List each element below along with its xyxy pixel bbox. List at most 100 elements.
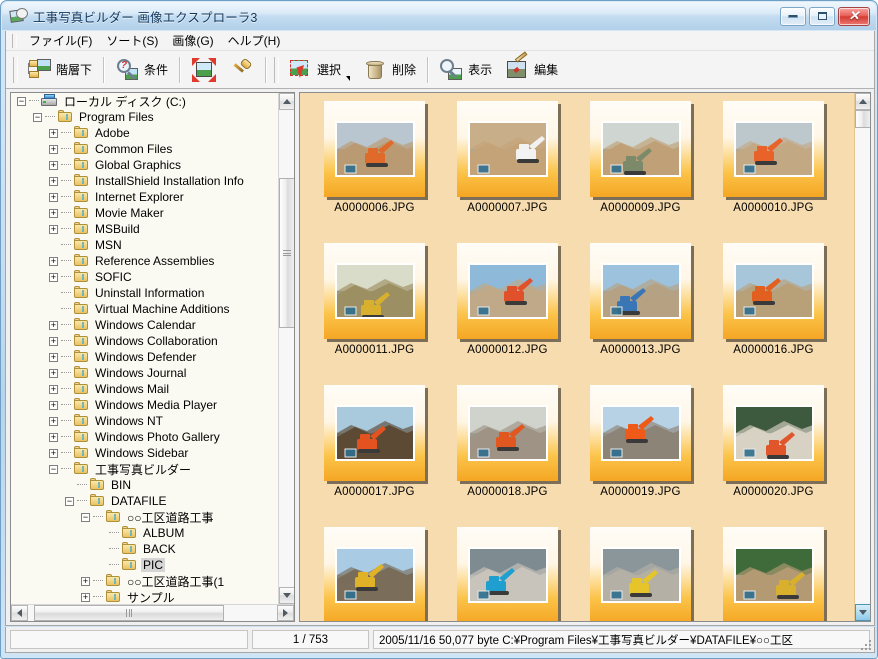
thumbnail-cell[interactable]: A0000012.JPG bbox=[441, 243, 574, 385]
tree-node[interactable]: + Windows Collaboration bbox=[11, 333, 278, 349]
thumbnail-photo[interactable] bbox=[334, 121, 415, 177]
thumbnail-photo[interactable] bbox=[467, 405, 548, 461]
thumbnail-card[interactable] bbox=[723, 385, 824, 481]
thumbnail-scroll-up-button[interactable] bbox=[855, 93, 870, 110]
tree-scroll-track[interactable] bbox=[279, 110, 294, 587]
toolbar-delete-button[interactable]: 削除 bbox=[357, 54, 423, 86]
thumbnail-card[interactable] bbox=[590, 243, 691, 339]
tree-node[interactable]: + Windows Media Player bbox=[11, 397, 278, 413]
menu-file[interactable]: ファイル(F) bbox=[22, 30, 99, 51]
thumbnail-card[interactable] bbox=[723, 243, 824, 339]
tree-hscroll-track[interactable] bbox=[28, 605, 277, 621]
thumbnail-cell[interactable] bbox=[574, 527, 707, 621]
thumbnail-cell[interactable] bbox=[441, 527, 574, 621]
collapse-icon[interactable]: − bbox=[33, 112, 42, 122]
close-button[interactable]: ✕ bbox=[838, 6, 870, 26]
tree-node[interactable]: + Windows Sidebar bbox=[11, 445, 278, 461]
thumbnail-cell[interactable]: A0000010.JPG bbox=[707, 101, 840, 243]
thumbnail-photo[interactable] bbox=[467, 121, 548, 177]
tree-node[interactable]: + Windows Photo Gallery bbox=[11, 429, 278, 445]
thumbnail-scroll-down-button[interactable] bbox=[855, 604, 870, 621]
thumbnail-card[interactable] bbox=[324, 385, 425, 481]
expand-icon[interactable]: + bbox=[49, 128, 58, 138]
expand-icon[interactable]: + bbox=[49, 336, 58, 346]
expand-icon[interactable]: + bbox=[49, 176, 58, 186]
expand-icon[interactable]: + bbox=[49, 448, 58, 458]
thumbnail-photo[interactable] bbox=[600, 121, 681, 177]
tree-node[interactable]: + Adobe bbox=[11, 125, 278, 141]
thumbnail-photo[interactable] bbox=[467, 547, 548, 603]
thumbnail-card[interactable] bbox=[324, 101, 425, 197]
tree-node[interactable]: + SOFIC bbox=[11, 269, 278, 285]
thumbnail-photo[interactable] bbox=[467, 263, 548, 319]
tree-vertical-scrollbar[interactable] bbox=[278, 93, 294, 604]
expand-icon[interactable]: + bbox=[49, 384, 58, 394]
thumbnail-photo[interactable] bbox=[334, 263, 415, 319]
toolbar-hierarchy-down-button[interactable]: 階層下 bbox=[21, 54, 99, 86]
thumbnail-cell[interactable] bbox=[707, 527, 840, 621]
thumbnail-photo[interactable] bbox=[733, 405, 814, 461]
expand-icon[interactable]: + bbox=[49, 144, 58, 154]
expand-icon[interactable]: + bbox=[49, 256, 58, 266]
thumbnail-cell[interactable]: A0000007.JPG bbox=[441, 101, 574, 243]
expand-icon[interactable]: + bbox=[49, 400, 58, 410]
chevron-down-icon[interactable] bbox=[346, 75, 351, 81]
expand-icon[interactable]: + bbox=[49, 416, 58, 426]
thumbnail-cell[interactable]: A0000019.JPG bbox=[574, 385, 707, 527]
menu-image[interactable]: 画像(G) bbox=[165, 30, 220, 51]
tree-node[interactable]: − DATAFILE bbox=[11, 493, 278, 509]
thumbnail-card[interactable] bbox=[590, 385, 691, 481]
expand-icon[interactable]: + bbox=[49, 160, 58, 170]
expand-icon[interactable]: + bbox=[49, 224, 58, 234]
toolbar-view-button[interactable]: 表示 bbox=[433, 54, 499, 86]
tree-node[interactable]: + Movie Maker bbox=[11, 205, 278, 221]
thumbnail-photo[interactable] bbox=[733, 263, 814, 319]
thumbnail-card[interactable] bbox=[590, 527, 691, 621]
thumbnail-card[interactable] bbox=[457, 527, 558, 621]
expand-icon[interactable]: + bbox=[49, 432, 58, 442]
tree-node[interactable]: ALBUM bbox=[11, 525, 278, 541]
thumbnail-card[interactable] bbox=[723, 527, 824, 621]
tree-scroll-left-button[interactable] bbox=[11, 605, 28, 621]
expand-icon[interactable]: + bbox=[49, 368, 58, 378]
tree-node[interactable]: BACK bbox=[11, 541, 278, 557]
expand-icon[interactable]: + bbox=[81, 592, 90, 602]
collapse-icon[interactable]: − bbox=[49, 464, 58, 474]
menu-help[interactable]: ヘルプ(H) bbox=[221, 30, 288, 51]
thumbnail-grid[interactable]: A0000006.JPG A0000007.JPG A0000009.JPG A000… bbox=[308, 101, 854, 621]
resize-grip-icon[interactable] bbox=[857, 636, 871, 650]
tree-scroll-thumb[interactable] bbox=[279, 178, 294, 328]
thumbnail-cell[interactable]: A0000016.JPG bbox=[707, 243, 840, 385]
tree-node[interactable]: + Global Graphics bbox=[11, 157, 278, 173]
thumbnail-photo[interactable] bbox=[334, 405, 415, 461]
tree-node[interactable]: + Reference Assemblies bbox=[11, 253, 278, 269]
tree-node[interactable]: MSN bbox=[11, 237, 278, 253]
tree-node[interactable]: PIC bbox=[11, 557, 278, 573]
tree-node[interactable]: − ローカル ディスク (C:) bbox=[11, 93, 278, 109]
toolbar-grip[interactable] bbox=[13, 56, 18, 83]
expand-icon[interactable]: + bbox=[81, 576, 90, 586]
toolbar-grip-2[interactable] bbox=[274, 56, 280, 83]
thumbnail-cell[interactable]: A0000013.JPG bbox=[574, 243, 707, 385]
folder-tree[interactable]: − ローカル ディスク (C:) − Program Files + Adobe + Comm… bbox=[11, 93, 278, 604]
tree-node[interactable]: Virtual Machine Additions bbox=[11, 301, 278, 317]
thumbnail-card[interactable] bbox=[723, 101, 824, 197]
tree-node[interactable]: + MSBuild bbox=[11, 221, 278, 237]
tree-scroll-up-button[interactable] bbox=[279, 93, 294, 110]
thumbnail-card[interactable] bbox=[457, 385, 558, 481]
tree-node[interactable]: − Program Files bbox=[11, 109, 278, 125]
thumbnail-scroll-track[interactable] bbox=[855, 110, 870, 604]
thumbnail-cell[interactable]: A0000009.JPG bbox=[574, 101, 707, 243]
expand-icon[interactable]: + bbox=[49, 320, 58, 330]
thumbnail-cell[interactable]: A0000018.JPG bbox=[441, 385, 574, 527]
menu-sort[interactable]: ソート(S) bbox=[99, 30, 165, 51]
expand-icon[interactable]: + bbox=[49, 272, 58, 282]
thumbnail-scroll-region[interactable]: A0000006.JPG A0000007.JPG A0000009.JPG A000… bbox=[300, 93, 854, 621]
thumbnail-photo[interactable] bbox=[733, 547, 814, 603]
toolbar-resize-image-button[interactable] bbox=[185, 54, 223, 86]
tree-node[interactable]: + InstallShield Installation Info bbox=[11, 173, 278, 189]
thumbnail-card[interactable] bbox=[590, 101, 691, 197]
minimize-button[interactable] bbox=[780, 6, 806, 26]
collapse-icon[interactable]: − bbox=[81, 512, 90, 522]
thumbnail-cell[interactable]: A0000020.JPG bbox=[707, 385, 840, 527]
